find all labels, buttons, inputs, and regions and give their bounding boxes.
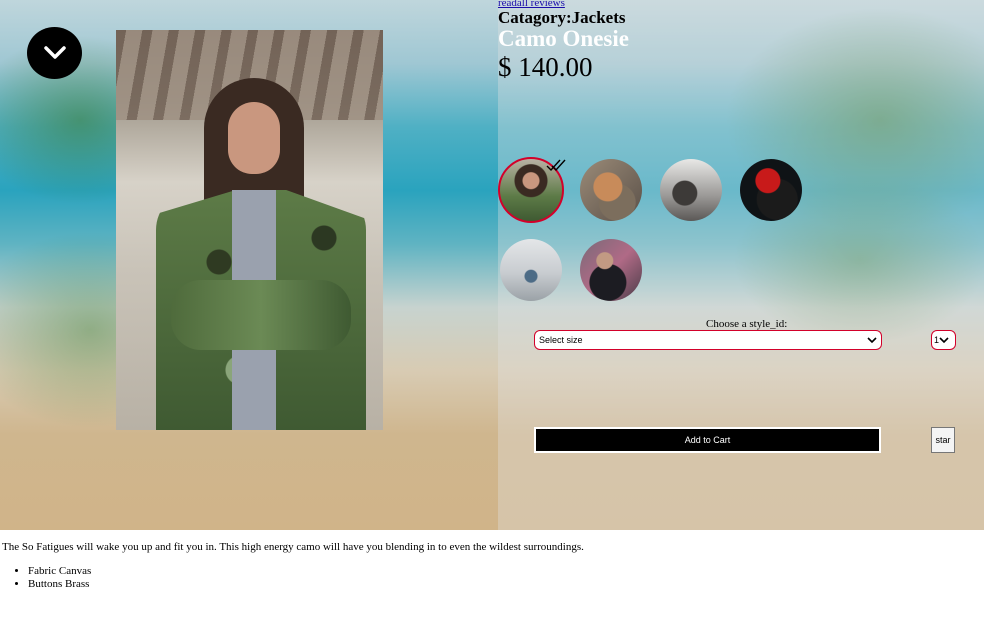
main-product-image[interactable] bbox=[116, 30, 383, 430]
product-description: The So Fatigues will wake you up and fit… bbox=[2, 541, 584, 553]
expand-toggle-button[interactable] bbox=[27, 27, 82, 79]
style-thumbnail-4[interactable] bbox=[740, 159, 802, 221]
checkmark-icon bbox=[546, 159, 566, 172]
chevron-down-icon bbox=[939, 336, 949, 343]
style-thumbnail-2[interactable] bbox=[580, 159, 642, 221]
style-thumbnail-6[interactable] bbox=[580, 239, 642, 301]
product-name: Camo Onesie bbox=[498, 26, 629, 51]
style-thumbnail-3[interactable] bbox=[660, 159, 722, 221]
style-select-label: Choose a style_id: bbox=[706, 318, 788, 330]
size-select-value: Select size bbox=[539, 335, 583, 345]
chevron-down-icon bbox=[867, 336, 877, 343]
quantity-select[interactable]: 1 bbox=[931, 330, 956, 350]
category-value: Jackets bbox=[571, 8, 626, 27]
add-to-cart-button[interactable]: Add to Cart bbox=[534, 427, 881, 453]
style-thumbnail-5[interactable] bbox=[500, 239, 562, 301]
product-category: Catagory:Jackets bbox=[498, 8, 625, 28]
feature-item: Fabric Canvas bbox=[28, 565, 91, 578]
star-button[interactable]: star bbox=[931, 427, 955, 453]
feature-list: Fabric Canvas Buttons Brass bbox=[2, 565, 91, 591]
feature-item: Buttons Brass bbox=[28, 578, 91, 591]
product-price: $ 140.00 bbox=[498, 52, 593, 82]
chevron-down-icon bbox=[43, 46, 66, 59]
category-label: Catagory: bbox=[498, 8, 572, 27]
size-select[interactable]: Select size bbox=[534, 330, 882, 350]
